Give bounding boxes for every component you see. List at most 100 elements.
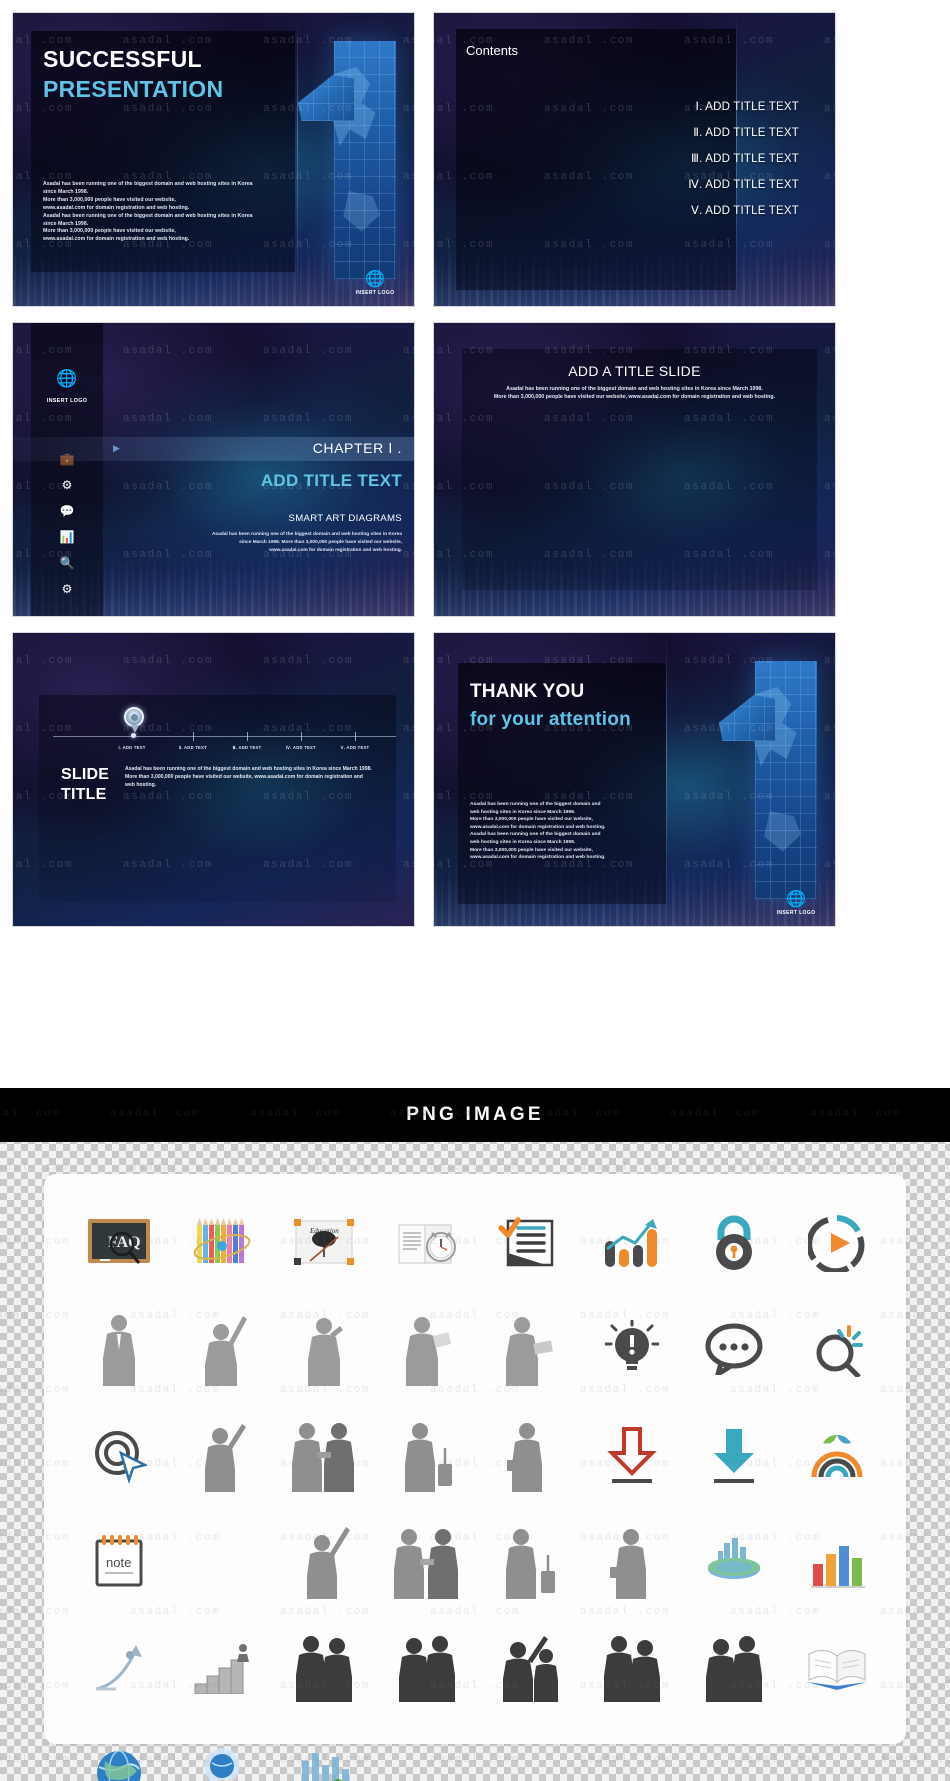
businessman-briefcase-silhouette[interactable] [478,1402,581,1508]
businessman-briefcase-silhouette[interactable] [581,1508,684,1614]
list-item[interactable]: Ⅴ. ADD TITLE TEXT [434,203,799,217]
green-city-icon[interactable] [273,1720,376,1781]
watermark-text: asadal .com [110,1108,201,1120]
timeline-tick [247,732,248,741]
insert-logo-badge[interactable]: 🌐 INSERT LOGO [348,271,402,297]
watermark-text: asadal .com [250,1108,341,1120]
list-item[interactable]: Ⅰ. ADD TITLE TEXT [434,99,799,113]
stairs-success-icon[interactable] [171,1614,274,1720]
contents-item-numeral: Ⅲ [690,153,700,165]
slide-body-text: Asadal has been running one of the bigge… [43,181,253,243]
city-globe-icon[interactable] [683,1508,786,1614]
business-team-silhouette-3[interactable] [581,1614,684,1720]
slide-title-line1: SUCCESSFUL [43,46,202,72]
down-arrow-blue-icon[interactable] [683,1402,786,1508]
timeline-dot [131,733,136,738]
insert-logo-label: INSERT LOGO [355,290,395,296]
world-globe-icon[interactable] [68,1720,171,1781]
businessman-silhouette-1[interactable] [68,1296,171,1402]
slide-title: SLIDE TITLE [61,765,109,806]
timeline-label-numeral: Ⅲ [232,745,236,750]
slide-thank-you[interactable]: THANK YOU for your attention Asadal has … [433,632,836,927]
number-one-monument [695,661,827,901]
contents-item-numeral: Ⅰ [695,101,700,113]
gear-icon[interactable]: ⚙ [31,576,103,602]
3d-bar-chart-icon[interactable] [786,1508,889,1614]
page-title: ADD A TITLE SLIDE [568,363,701,379]
businessman-phone-silhouette[interactable] [273,1296,376,1402]
timeline-tick [301,732,302,741]
page-body-text: Asadal has been running one of the bigge… [493,386,776,401]
slide-contents[interactable]: Contents Ⅰ. ADD TITLE TEXT Ⅱ. ADD TITLE … [433,12,836,307]
globe-icon: 🌐 [56,369,78,388]
slide-chapter[interactable]: 🌐 INSERT LOGO 💼 ⚙ 💬 📊 🔍 ⚙ ▶ CHAPTER Ⅰ . … [12,322,415,617]
magnifier-search-icon[interactable] [786,1296,889,1402]
insert-logo-badge[interactable]: 🌐 INSERT LOGO [769,892,823,917]
business-team-cheer-silhouette[interactable] [478,1614,581,1720]
businessman-laptop-silhouette[interactable] [478,1296,581,1402]
lightbulb-globe-icon[interactable] [171,1720,274,1781]
watermark-text: asadal .com [0,1108,61,1120]
slide-title-line2: TITLE [61,786,107,804]
speech-bubble-icon[interactable] [683,1296,786,1402]
contents-item-label: ADD TITLE TEXT [705,127,799,139]
book-clock-icon[interactable] [376,1190,479,1296]
play-circle-icon[interactable] [786,1190,889,1296]
timeline-label-text: ADD TEXT [122,745,146,750]
slide-body-text: Asadal has been running one of the bigge… [470,802,606,861]
slide-title-line1: SLIDE [61,766,110,783]
rail-icon-list: 💼 ⚙ 💬 📊 🔍 ⚙ [31,446,103,602]
businessman-pointing-silhouette[interactable] [171,1296,274,1402]
slide-title[interactable]: SUCCESSFUL PRESENTATION Asadal has been … [12,12,415,307]
slide-timeline[interactable]: Ⅰ. ADD TEXT Ⅱ. ADD TEXT Ⅲ. ADD TEXT Ⅳ. A… [12,632,415,927]
globe-icon: 🌐 [365,271,385,288]
note-pad-icon[interactable]: note [68,1508,171,1614]
businessman-luggage-silhouette[interactable] [478,1508,581,1614]
blackboard-faq-icon[interactable]: FAQ [68,1190,171,1296]
timeline-label-numeral: Ⅱ [179,745,182,750]
network-icon[interactable]: ⚙ [31,472,103,498]
timeline-label-text: ADD TEXT [184,745,207,750]
businessmen-handshake-silhouette[interactable] [376,1508,479,1614]
down-arrow-red-icon[interactable] [581,1402,684,1508]
contents-item-numeral: Ⅱ [693,127,700,139]
sprout-rainbow-icon[interactable] [786,1402,889,1508]
education-scroll-icon[interactable]: Education [273,1190,376,1296]
list-item[interactable]: Ⅲ. ADD TITLE TEXT [434,151,799,165]
list-item[interactable]: Ⅳ. ADD TITLE TEXT [434,177,799,191]
business-team-silhouette-1[interactable] [273,1614,376,1720]
growth-arrow-icon[interactable] [68,1614,171,1720]
insert-logo-badge[interactable]: 🌐 INSERT LOGO [31,369,103,407]
person-chat-icon[interactable]: 💬 [31,498,103,524]
businessmen-handshake-silhouette[interactable] [273,1402,376,1508]
businessman-pointing-up-silhouette[interactable] [171,1402,274,1508]
number-one-monument [274,41,406,281]
bar-chart-growth-icon[interactable] [581,1190,684,1296]
colored-pencils-icon[interactable] [171,1190,274,1296]
globe-search-icon[interactable]: 🔍 [31,550,103,576]
timeline-label: Ⅰ. ADD TEXT [118,745,146,750]
contents-item-label: ADD TITLE TEXT [705,153,799,165]
businessman-document-silhouette[interactable] [376,1296,479,1402]
icon-sheet-card: FAQ Education note [44,1174,906,1781]
slide-title-body[interactable]: ADD A TITLE SLIDE Asadal has been runnin… [433,322,836,617]
cursor-click-icon[interactable] [68,1402,171,1508]
bar-chart-icon[interactable]: 📊 [31,524,103,550]
contents-item-numeral: Ⅳ [688,179,700,191]
timeline-marker-pin[interactable] [124,707,144,733]
checklist-document-icon[interactable] [478,1190,581,1296]
timeline-tick [193,732,194,741]
timeline-label-numeral: Ⅰ [118,745,120,750]
business-team-silhouette-4[interactable] [683,1614,786,1720]
timeline-axis [53,736,396,737]
lightbulb-idea-icon[interactable] [581,1296,684,1402]
business-team-silhouette-2[interactable] [376,1614,479,1720]
padlock-icon[interactable] [683,1190,786,1296]
accent-stripe [666,633,667,926]
list-item[interactable]: Ⅱ. ADD TITLE TEXT [434,125,799,139]
open-book-icon[interactable] [786,1614,889,1720]
contents-list: Ⅰ. ADD TITLE TEXT Ⅱ. ADD TITLE TEXT Ⅲ. A… [434,99,799,229]
businessman-pointing-up-silhouette[interactable] [273,1508,376,1614]
contents-heading: Contents [466,43,519,58]
businessman-luggage-silhouette[interactable] [376,1402,479,1508]
